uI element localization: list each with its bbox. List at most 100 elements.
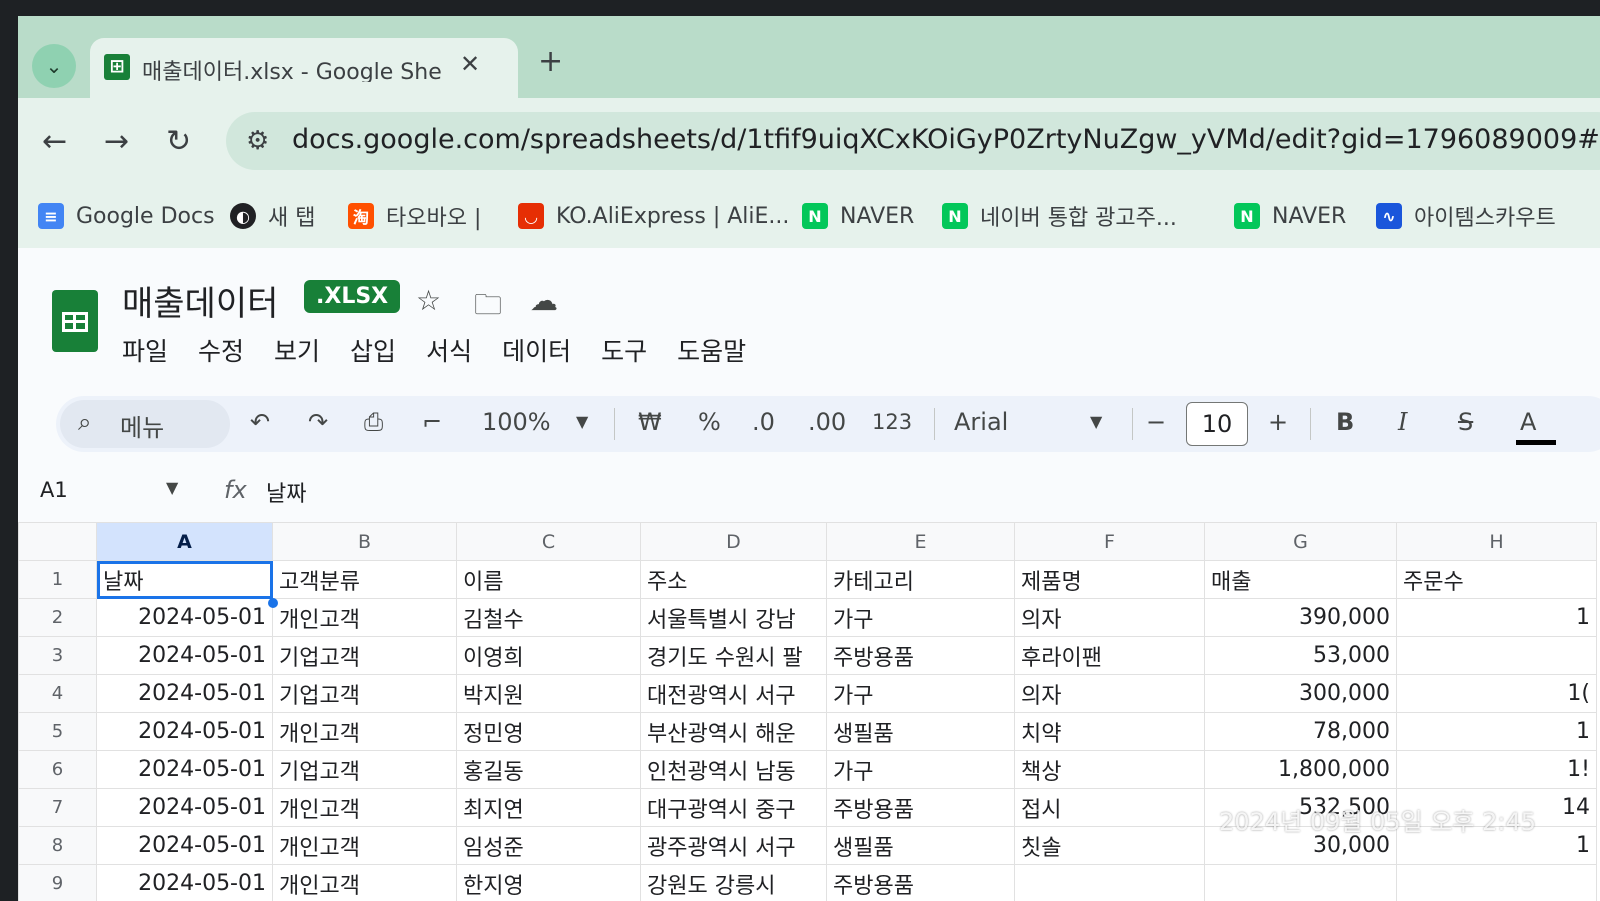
cell[interactable]	[1204, 864, 1397, 901]
cell[interactable]: 한지영	[456, 864, 641, 901]
cell[interactable]: 2024-05-01	[96, 636, 273, 675]
chevron-down-icon[interactable]: ▼	[1090, 412, 1102, 431]
cell[interactable]: 기업고객	[272, 750, 457, 789]
cell[interactable]: 개인고객	[272, 598, 457, 637]
cell[interactable]: 2024-05-01	[96, 598, 273, 637]
cell[interactable]: 카테고리	[826, 560, 1015, 599]
undo-icon[interactable]: ↶	[250, 408, 270, 436]
cell[interactable]: 2024-05-01	[96, 712, 273, 751]
cell[interactable]: 강원도 강릉시	[640, 864, 827, 901]
column-header[interactable]: H	[1396, 522, 1597, 561]
cell[interactable]: 치약	[1014, 712, 1205, 751]
cell[interactable]: 임성준	[456, 826, 641, 865]
bookmark-itemscout[interactable]: ∿ 아이템스카우트	[1376, 198, 1556, 234]
row-header[interactable]: 3	[18, 636, 97, 675]
column-header[interactable]: E	[826, 522, 1015, 561]
cell[interactable]: 부산광역시 해운	[640, 712, 827, 751]
cloud-status-icon[interactable]: ☁	[530, 284, 558, 317]
new-tab-button[interactable]: +	[538, 44, 563, 79]
cell[interactable]: 300,000	[1204, 674, 1397, 713]
number-format-button[interactable]: 123	[872, 410, 912, 434]
cell[interactable]: 홍길동	[456, 750, 641, 789]
cell[interactable]: 2024-05-01	[96, 826, 273, 865]
cell[interactable]: 주문수	[1396, 560, 1597, 599]
cell[interactable]	[1396, 864, 1597, 901]
menu-tools[interactable]: 도구	[601, 332, 647, 368]
increase-decimal-button[interactable]: .00	[808, 408, 846, 436]
menu-format[interactable]: 서식	[426, 332, 472, 368]
cell[interactable]: 주소	[640, 560, 827, 599]
row-header[interactable]: 1	[18, 560, 97, 599]
tab-search-button[interactable]: ⌄	[32, 44, 76, 88]
cell[interactable]: 칫솔	[1014, 826, 1205, 865]
select-all-corner[interactable]	[18, 522, 97, 561]
cell[interactable]: 접시	[1014, 788, 1205, 827]
cell[interactable]: 390,000	[1204, 598, 1397, 637]
bookmark-taobao[interactable]: 淘 타오바오 |	[348, 198, 481, 234]
bookmark-new-tab[interactable]: ◐ 새 탭	[230, 198, 315, 234]
cell[interactable]: 가구	[826, 598, 1015, 637]
cell[interactable]	[1396, 636, 1597, 675]
cell[interactable]: 이영희	[456, 636, 641, 675]
close-icon[interactable]: ✕	[460, 50, 480, 78]
cell[interactable]: 경기도 수원시 팔	[640, 636, 827, 675]
cell[interactable]: 개인고객	[272, 712, 457, 751]
cell[interactable]: 박지원	[456, 674, 641, 713]
cell[interactable]: 후라이팬	[1014, 636, 1205, 675]
cell[interactable]: 개인고객	[272, 864, 457, 901]
cell[interactable]: 1(	[1396, 674, 1597, 713]
bookmark-google-docs[interactable]: ≡ Google Docs	[38, 198, 215, 234]
name-box[interactable]: A1	[40, 478, 68, 502]
cell[interactable]: 53,000	[1204, 636, 1397, 675]
cell[interactable]: 책상	[1014, 750, 1205, 789]
cell[interactable]: 78,000	[1204, 712, 1397, 751]
menu-data[interactable]: 데이터	[502, 332, 571, 368]
cell[interactable]: 주방용품	[826, 636, 1015, 675]
cell[interactable]: 1,800,000	[1204, 750, 1397, 789]
row-header[interactable]: 5	[18, 712, 97, 751]
cell[interactable]: 1!	[1396, 750, 1597, 789]
bookmark-naver[interactable]: N NAVER	[802, 198, 914, 234]
cell[interactable]: 기업고객	[272, 636, 457, 675]
cell[interactable]: 날짜	[96, 560, 273, 599]
move-folder-icon[interactable]: 🗀	[474, 284, 502, 332]
forward-icon[interactable]: →	[104, 124, 129, 159]
font-size-increase-button[interactable]: +	[1268, 408, 1288, 436]
percent-format-button[interactable]: %	[698, 408, 721, 436]
fill-handle[interactable]	[268, 598, 278, 608]
cell[interactable]: 생필품	[826, 712, 1015, 751]
bookmark-naver-2[interactable]: N NAVER	[1234, 198, 1346, 234]
cell[interactable]: 2024-05-01	[96, 864, 273, 901]
italic-button[interactable]: I	[1398, 408, 1407, 436]
address-bar[interactable]: ⚙ docs.google.com/spreadsheets/d/1tfif9u…	[226, 112, 1600, 170]
font-select[interactable]: Arial	[954, 408, 1008, 436]
sheets-logo-icon[interactable]	[52, 290, 98, 352]
menu-insert[interactable]: 삽입	[350, 332, 396, 368]
cell[interactable]: 인천광역시 남동	[640, 750, 827, 789]
row-header[interactable]: 6	[18, 750, 97, 789]
decrease-decimal-button[interactable]: .0	[752, 408, 775, 436]
menu-view[interactable]: 보기	[274, 332, 320, 368]
cell[interactable]: 가구	[826, 674, 1015, 713]
cell[interactable]: 김철수	[456, 598, 641, 637]
url-text[interactable]: docs.google.com/spreadsheets/d/1tfif9uiq…	[292, 124, 1600, 155]
strikethrough-button[interactable]: S	[1458, 408, 1473, 436]
cell[interactable]: 1	[1396, 598, 1597, 637]
font-size-input[interactable]: 10	[1186, 402, 1248, 446]
column-header[interactable]: C	[456, 522, 641, 561]
site-settings-icon[interactable]: ⚙	[246, 126, 269, 156]
column-header[interactable]: G	[1204, 522, 1397, 561]
cell[interactable]: 주방용품	[826, 788, 1015, 827]
cell[interactable]: 가구	[826, 750, 1015, 789]
document-title[interactable]: 매출데이터	[122, 276, 278, 325]
cell[interactable]: 의자	[1014, 674, 1205, 713]
star-icon[interactable]: ☆	[416, 284, 441, 317]
bold-button[interactable]: B	[1336, 408, 1354, 436]
cell[interactable]: 최지연	[456, 788, 641, 827]
cell[interactable]	[1014, 864, 1205, 901]
bookmark-naver-ads[interactable]: N 네이버 통합 광고주...	[942, 198, 1177, 234]
cell[interactable]: 서울특별시 강남	[640, 598, 827, 637]
cell[interactable]: 매출	[1204, 560, 1397, 599]
zoom-select[interactable]: 100%	[482, 408, 551, 436]
menu-help[interactable]: 도움말	[677, 332, 746, 368]
